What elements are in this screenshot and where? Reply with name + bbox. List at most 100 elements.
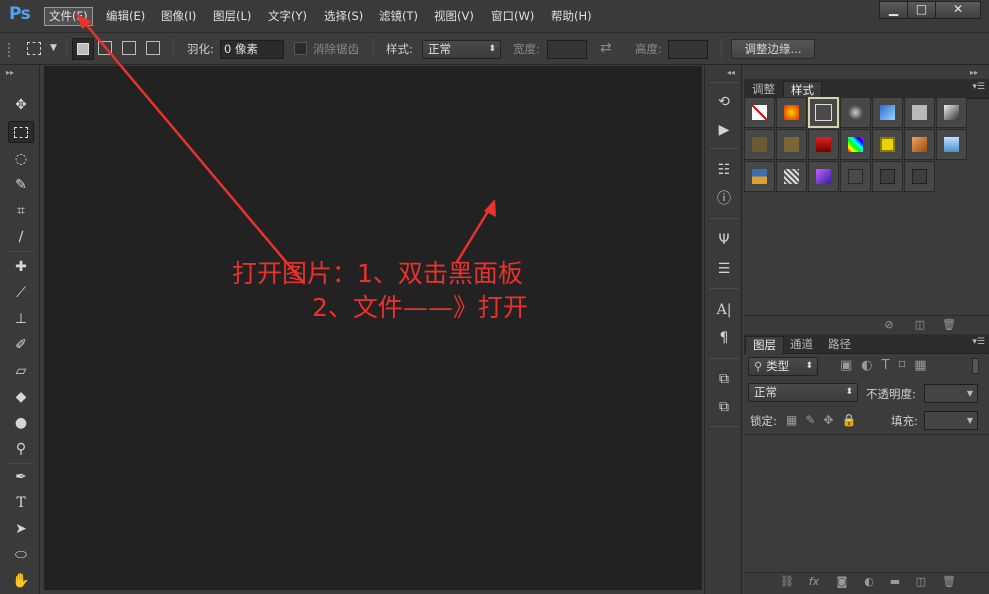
path-select-icon[interactable]: ➤ [8,518,34,540]
feather-input[interactable]: 0 像素 [220,40,284,59]
document-canvas-area[interactable] [44,66,702,590]
opacity-input[interactable]: ▼ [924,384,978,403]
ellipse-icon[interactable]: ⬭ [8,544,34,566]
menu-edit[interactable]: 编辑(E) [102,8,149,27]
style-swatch[interactable] [904,161,935,192]
style-swatch[interactable] [808,129,839,160]
collapse-icon[interactable]: ◂◂ [727,68,735,77]
lasso-icon[interactable]: ◌ [8,148,34,170]
menu-layer[interactable]: 图层(L) [209,8,255,27]
marquee-icon[interactable] [8,121,34,143]
style-swatch[interactable] [936,97,967,128]
move-icon[interactable]: ✥ [8,94,34,116]
minimize-button[interactable]: ▁ [879,1,908,19]
style-swatch[interactable] [840,129,871,160]
brush-presets-icon[interactable]: Ψ [712,229,736,251]
brush-settings-icon[interactable]: ☰ [712,258,736,280]
crop-icon[interactable]: ⌗ [8,200,34,222]
marquee-preset-icon[interactable] [27,42,41,55]
style-swatch[interactable] [776,97,807,128]
style-swatch[interactable] [872,161,903,192]
dodge-icon[interactable]: ⚲ [8,438,34,460]
healing-brush-icon[interactable]: ✚ [8,256,34,278]
clear-style-icon[interactable]: ⊘ [881,318,897,331]
folder-icon[interactable]: ▬ [887,575,903,588]
panel-menu-icon[interactable]: ▾☰ [972,337,985,347]
character-styles-icon[interactable]: ⧉ [712,396,736,418]
panel-menu-icon[interactable]: ▾☰ [972,82,985,92]
mask-icon[interactable]: ◙ [834,575,850,588]
collapse-icon[interactable]: ▸▸ [970,68,978,77]
brush-icon[interactable]: ⟋ [8,282,34,304]
style-swatch[interactable] [904,97,935,128]
swap-icon[interactable]: ⇄ [600,40,612,56]
close-button[interactable]: ✕ [935,1,981,19]
antialias-checkbox[interactable] [294,42,307,55]
style-swatch[interactable] [776,129,807,160]
style-swatch[interactable] [936,129,967,160]
layer-filter-select[interactable]: ⚲ 类型 ⬍ [748,357,818,376]
eraser-icon[interactable]: ▱ [8,360,34,382]
clone-stamp-icon[interactable]: ⊥ [8,308,34,330]
style-swatch[interactable] [776,161,807,192]
chevron-down-icon[interactable]: ▼ [50,43,57,53]
menu-view[interactable]: 视图(V) [430,8,478,27]
type-icon[interactable]: T [8,492,34,514]
menu-help[interactable]: 帮助(H) [547,8,596,27]
menu-image[interactable]: 图像(I) [157,8,200,27]
properties-icon[interactable]: ☷ [712,159,736,181]
subtract-selection-icon[interactable] [122,41,136,55]
info-icon[interactable]: ⓘ [712,188,736,210]
hand-icon[interactable]: ✋ [8,570,34,592]
intersect-selection-icon[interactable] [146,41,160,55]
history-brush-icon[interactable]: ✐ [8,334,34,356]
style-swatch[interactable] [808,161,839,192]
actions-icon[interactable]: ▶ [712,119,736,141]
pen-icon[interactable]: ✒ [8,466,34,488]
maximize-button[interactable]: □ [907,1,936,19]
add-selection-icon[interactable] [98,41,112,55]
tab-layers[interactable]: 图层 [745,336,784,354]
style-select[interactable]: 正常 ⬍ [422,40,501,59]
trash-icon[interactable]: 🗑 [941,575,957,588]
character-icon[interactable]: A| [712,299,736,321]
menu-file[interactable]: 文件(F) [44,7,93,26]
eyedropper-icon[interactable]: ∕ [8,226,34,248]
menu-window[interactable]: 窗口(W) [487,8,538,27]
paragraph-icon[interactable]: ¶ [712,327,736,349]
style-swatch[interactable] [808,97,839,128]
width-input[interactable] [547,40,587,59]
style-swatch[interactable] [744,129,775,160]
style-swatch[interactable] [840,97,871,128]
style-swatch[interactable] [840,161,871,192]
height-input[interactable] [668,40,708,59]
paragraph-styles-icon[interactable]: ⧉ [712,368,736,390]
new-layer-icon[interactable]: ◫ [913,575,929,588]
menu-filter[interactable]: 滤镜(T) [375,8,422,27]
layer-filter-icons[interactable]: ▣◐T⌑▦ [840,358,936,373]
refine-edge-button[interactable]: 调整边缘... [731,39,815,59]
tab-channels[interactable]: 通道 [783,336,820,354]
link-icon[interactable]: ⛓ [779,575,795,588]
new-selection-button[interactable] [72,38,94,60]
style-swatch[interactable] [872,97,903,128]
new-style-icon[interactable]: ◫ [912,318,928,331]
quick-select-icon[interactable]: ✎ [8,174,34,196]
style-swatch[interactable] [744,161,775,192]
lock-icons[interactable]: ▦✎✥🔒 [786,413,864,427]
adjustment-layer-icon[interactable]: ◐ [861,575,877,588]
collapse-icon[interactable]: ▸▸ [6,68,14,77]
style-swatch[interactable] [872,129,903,160]
history-icon[interactable]: ⟲ [712,91,736,113]
blend-mode-select[interactable]: 正常 ⬍ [748,383,858,402]
blur-icon[interactable]: ● [8,412,34,434]
fill-input[interactable]: ▼ [924,411,978,430]
menu-type[interactable]: 文字(Y) [264,8,311,27]
menu-select[interactable]: 选择(S) [320,8,367,27]
trash-icon[interactable]: 🗑 [941,318,957,331]
style-swatch-none[interactable] [744,97,775,128]
fx-icon[interactable]: fx [806,575,822,588]
paint-bucket-icon[interactable]: ◆ [8,386,34,408]
filter-toggle[interactable] [972,358,979,374]
style-swatch[interactable] [904,129,935,160]
